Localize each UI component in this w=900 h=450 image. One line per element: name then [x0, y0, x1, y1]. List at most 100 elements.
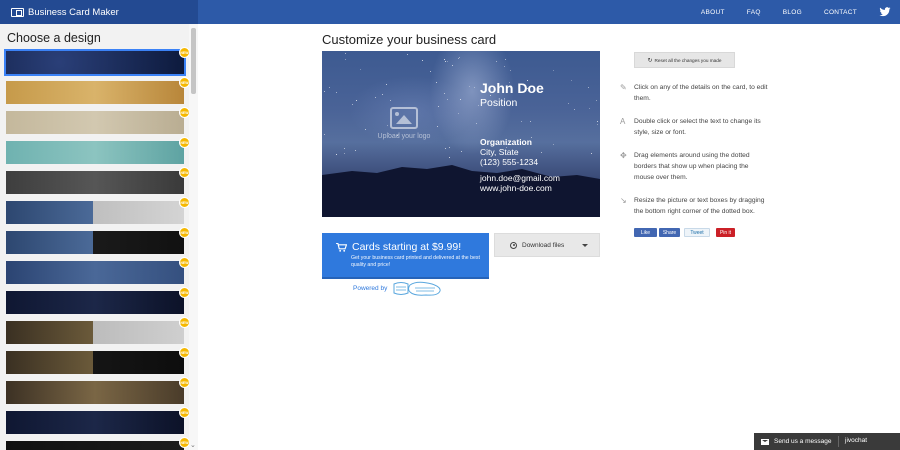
- move-icon: ✥: [620, 151, 627, 160]
- nav-faq[interactable]: FAQ: [747, 9, 761, 16]
- scroll-down-arrow-icon[interactable]: ⌄: [190, 441, 196, 449]
- star: [588, 107, 590, 109]
- design-thumbnail-image: [6, 111, 184, 134]
- design-thumbnail[interactable]: NEW: [6, 347, 190, 374]
- chat-widget[interactable]: Send us a message: [754, 433, 900, 450]
- design-thumbnail-image: [6, 261, 184, 284]
- nav-contact[interactable]: CONTACT: [824, 9, 857, 16]
- star: [567, 102, 569, 104]
- design-thumbnail[interactable]: NEW: [6, 377, 190, 404]
- image-icon: [390, 107, 418, 129]
- chat-label: Send us a message: [774, 438, 832, 445]
- facebook-like-button[interactable]: Like: [634, 228, 657, 237]
- tip-text: Double click or select the text to chang…: [634, 118, 761, 136]
- nav-blog[interactable]: BLOG: [783, 9, 802, 16]
- tip-edit: ✎ Click on any of the details on the car…: [620, 82, 770, 104]
- design-thumbnail[interactable]: NEW: [4, 47, 190, 76]
- card-position[interactable]: Position: [480, 97, 517, 109]
- card-organization[interactable]: Organization: [480, 137, 532, 147]
- twitter-icon[interactable]: [879, 6, 891, 18]
- star: [477, 104, 479, 106]
- sidebar-title: Choose a design: [7, 31, 101, 45]
- cart-icon: [336, 242, 347, 252]
- brand-name: Business Card Maker: [28, 6, 119, 18]
- star: [323, 90, 325, 92]
- design-thumbnail[interactable]: NEW: [6, 437, 190, 450]
- card-email[interactable]: john.doe@gmail.com: [480, 173, 560, 183]
- card-name[interactable]: John Doe: [480, 80, 544, 96]
- design-thumbnail-image: [6, 201, 184, 224]
- reset-changes-button[interactable]: ↻ Reset all the changes you made: [634, 52, 735, 68]
- star: [355, 99, 357, 101]
- facebook-share-button[interactable]: Share: [659, 228, 680, 237]
- card-website[interactable]: www.john-doe.com: [480, 183, 552, 193]
- reset-button-label: Reset all the changes you made: [654, 57, 722, 63]
- design-thumbnail[interactable]: NEW: [6, 107, 190, 134]
- star: [495, 60, 497, 62]
- design-thumbnail-image: [6, 441, 184, 450]
- star: [596, 100, 597, 101]
- design-thumbnail[interactable]: NEW: [6, 407, 190, 434]
- star: [552, 69, 554, 71]
- star: [587, 86, 589, 88]
- design-thumbnail[interactable]: NEW: [6, 287, 190, 314]
- design-thumbnail-image: [6, 231, 184, 254]
- design-thumbnail[interactable]: NEW: [6, 317, 190, 344]
- order-button-subtext: Get your business card printed and deliv…: [351, 255, 480, 268]
- page-title: Customize your business card: [322, 32, 497, 47]
- sidebar-scroll-thumb[interactable]: [191, 28, 196, 94]
- design-thumbnail-image: [6, 411, 184, 434]
- logo-placeholder-label: Upload your logo: [377, 133, 431, 140]
- logo-upload-placeholder[interactable]: Upload your logo: [360, 107, 448, 140]
- star: [503, 66, 505, 67]
- tip-text: Resize the picture or text boxes by drag…: [634, 197, 765, 215]
- design-thumbnail[interactable]: NEW: [6, 167, 190, 194]
- download-button-label: Download files: [522, 241, 565, 249]
- star: [328, 86, 330, 88]
- design-thumbnail-image: [6, 351, 184, 374]
- nav-about[interactable]: ABOUT: [701, 9, 725, 16]
- star: [468, 85, 470, 87]
- chat-brand: jivochat: [845, 437, 868, 444]
- star: [552, 143, 554, 145]
- download-icon: [510, 241, 517, 249]
- star: [573, 109, 575, 111]
- star: [374, 97, 376, 99]
- tip-text: Drag elements around using the dotted bo…: [634, 152, 750, 181]
- tip-move: ✥ Drag elements around using the dotted …: [620, 150, 770, 183]
- star: [386, 83, 387, 85]
- design-thumbnail[interactable]: NEW: [6, 257, 190, 284]
- tweet-button[interactable]: Tweet: [684, 228, 710, 237]
- order-button-label: Cards starting at $9.99!: [352, 241, 462, 253]
- design-thumbnail-image: [6, 381, 184, 404]
- star: [444, 60, 446, 62]
- business-card-preview[interactable]: Upload your logo John Doe Position Organ…: [322, 51, 600, 217]
- design-sidebar: Choose a design NEW NEW NEW NEW NEW NEW NEW NEW…: [0, 24, 198, 450]
- card-city[interactable]: City, State: [480, 147, 519, 157]
- star: [457, 58, 459, 60]
- design-thumbnail-image: [6, 81, 184, 104]
- design-thumbnail[interactable]: NEW: [6, 77, 190, 104]
- order-cards-button[interactable]: Cards starting at $9.99! Get your busine…: [322, 233, 489, 279]
- design-thumbnail[interactable]: NEW: [6, 197, 190, 224]
- envelope-icon: [761, 438, 769, 445]
- design-thumbnail-image: [6, 51, 184, 74]
- print-partner-logo[interactable]: [392, 281, 442, 298]
- tip-text-style: A Double click or select the text to cha…: [620, 116, 770, 138]
- design-thumbnail-image: [6, 291, 184, 314]
- main-nav: ABOUT FAQ BLOG CONTACT: [701, 0, 900, 24]
- star: [389, 99, 391, 101]
- edit-icon: ✎: [620, 83, 627, 92]
- pinterest-button[interactable]: Pin it: [716, 228, 735, 237]
- card-phone[interactable]: (123) 555-1234: [480, 157, 538, 167]
- download-files-button[interactable]: Download files: [494, 233, 600, 257]
- brand-logo[interactable]: Business Card Maker: [0, 0, 198, 24]
- design-thumbnail[interactable]: NEW: [6, 137, 190, 164]
- design-thumbnail-image: [6, 141, 184, 164]
- design-thumbnail-image: [6, 321, 184, 344]
- powered-by-label: Powered by: [353, 285, 388, 292]
- star: [421, 59, 423, 61]
- chevron-down-icon: [582, 244, 588, 247]
- top-navigation-bar: Business Card Maker ABOUT FAQ BLOG CONTA…: [0, 0, 900, 24]
- design-thumbnail[interactable]: NEW: [6, 227, 190, 254]
